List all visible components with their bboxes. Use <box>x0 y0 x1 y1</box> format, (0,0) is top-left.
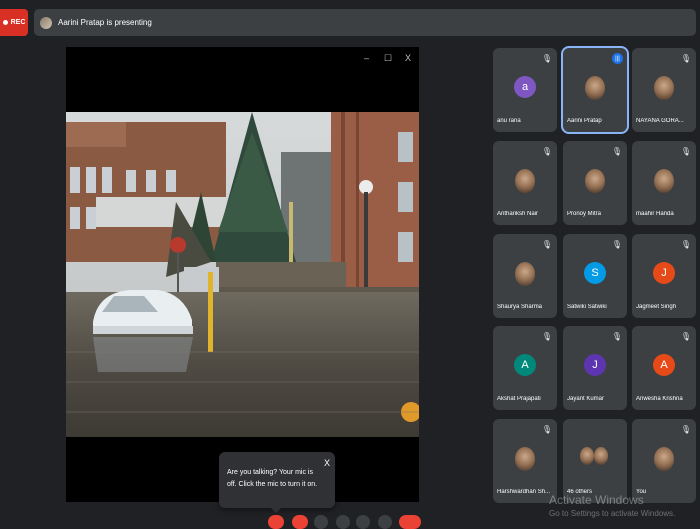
mic-off-icon: 🎙 <box>611 332 622 341</box>
participant-avatar: S <box>584 262 606 284</box>
mic-off-icon: 🎙 <box>611 240 622 249</box>
presenter-avatar <box>40 16 52 29</box>
leave-call-button[interactable] <box>399 515 421 529</box>
recording-indicator: REC <box>0 9 28 36</box>
watermark-subtitle: Go to Settings to activate Windows. <box>549 509 676 518</box>
reactions-button[interactable] <box>336 515 350 529</box>
mic-off-icon: 🎙 <box>680 240 691 249</box>
camera-toggle-button[interactable] <box>292 515 308 529</box>
participant-avatar: A <box>653 354 675 376</box>
participant-avatar <box>654 447 674 471</box>
maximize-icon[interactable]: ☐ <box>384 53 392 64</box>
mic-off-icon: 🎙 <box>541 332 552 341</box>
participant-tile[interactable]: 🎙 Shaurya Sharma <box>493 234 557 318</box>
participant-avatar: J <box>653 262 675 284</box>
participant-tile[interactable]: 🎙 a anu rana <box>493 48 557 132</box>
mic-off-icon: 🎙 <box>680 425 691 434</box>
participant-name: anu rana <box>497 118 521 124</box>
participant-avatar: a <box>514 76 536 98</box>
participant-tile[interactable]: 🎙 A Akshat Prajapati <box>493 326 557 410</box>
participant-avatar <box>654 169 674 193</box>
presenting-banner[interactable]: Aarini Pratap is presenting <box>34 9 696 36</box>
participant-name: NAYANA GORA... <box>636 118 684 124</box>
participant-avatar <box>585 169 605 193</box>
participant-name: Jayant Kumar <box>567 396 605 402</box>
participant-tile[interactable]: 46 others <box>563 419 627 503</box>
mic-off-icon: 🎙 <box>680 332 691 341</box>
presenting-text: Aarini Pratap is presenting <box>58 18 152 27</box>
participant-tile[interactable]: 🎙 Pronoy Mitra <box>563 141 627 225</box>
present-button[interactable] <box>356 515 370 529</box>
participant-avatar: J <box>584 354 606 376</box>
participant-avatar <box>515 262 535 286</box>
participant-name: Shaurya Sharma <box>497 304 543 310</box>
presentation-stage: – ☐ X <box>66 47 419 502</box>
toast-message: Are you talking? Your mic is off. Click … <box>227 469 318 488</box>
watermark-title: Activate Windows <box>549 493 644 507</box>
participant-avatar <box>654 76 674 100</box>
participant-tile[interactable]: 🎙 J Jagmeet Singh <box>632 234 696 318</box>
participant-avatar <box>594 447 608 465</box>
participant-avatar <box>515 447 535 471</box>
participant-tile[interactable]: 🎙 J Jayant Kumar <box>563 326 627 410</box>
participant-name: Harshwardhan Sh... <box>497 489 551 495</box>
mic-off-icon: 🎙 <box>541 147 552 156</box>
mic-off-icon: 🎙 <box>611 147 622 156</box>
captions-button[interactable] <box>314 515 328 529</box>
record-dot-icon <box>2 20 8 25</box>
participant-name: Satwiki Satwiki <box>567 304 607 310</box>
participant-avatar: A <box>514 354 536 376</box>
toast-pointer <box>271 508 281 513</box>
minimize-icon[interactable]: – <box>364 53 369 63</box>
participant-name: Jagmeet Singh <box>636 304 677 310</box>
participant-avatar <box>585 76 605 100</box>
participant-tile[interactable]: 🎙 S Satwiki Satwiki <box>563 234 627 318</box>
mic-off-icon: 🎙 <box>541 54 552 63</box>
participant-name: Akshat Prajapati <box>497 396 541 402</box>
mic-off-icon: 🎙 <box>680 54 691 63</box>
participant-tile[interactable]: ||| Aarini Pratap <box>561 46 629 134</box>
flooded-street-image <box>66 112 419 437</box>
mic-off-toast: Are you talking? Your mic is off. Click … <box>219 452 335 513</box>
participant-tile[interactable]: 🎙 maahir Handa <box>632 141 696 225</box>
close-icon[interactable]: X <box>405 53 411 63</box>
mic-off-icon: 🎙 <box>541 240 552 249</box>
shared-screen-image <box>66 112 419 437</box>
toast-close-icon[interactable]: X <box>324 457 330 469</box>
participant-name: maahir Handa <box>636 211 674 217</box>
speaking-indicator-icon: ||| <box>612 53 623 64</box>
participant-avatar <box>515 169 535 193</box>
participant-name: Anthariksh Nair <box>497 211 539 217</box>
mic-off-icon: 🎙 <box>541 425 552 434</box>
activate-windows-watermark: Activate Windows Go to Settings to activ… <box>549 493 675 518</box>
participant-tile[interactable]: 🎙 Anthariksh Nair <box>493 141 557 225</box>
raise-hand-button[interactable] <box>378 515 392 529</box>
participant-tile[interactable]: 🎙 You <box>632 419 696 503</box>
participant-avatar <box>580 447 594 465</box>
participant-name: Anwesha Krishna <box>636 396 683 402</box>
mic-off-icon: 🎙 <box>680 147 691 156</box>
participant-name: Pronoy Mitra <box>567 211 602 217</box>
mic-toggle-button[interactable] <box>268 515 284 529</box>
participant-tile[interactable]: 🎙 Harshwardhan Sh... <box>493 419 557 503</box>
recording-label: REC <box>10 19 26 26</box>
participant-name: Aarini Pratap <box>567 118 602 124</box>
participant-tile[interactable]: 🎙 NAYANA GORA... <box>632 48 696 132</box>
participant-tile[interactable]: 🎙 A Anwesha Krishna <box>632 326 696 410</box>
